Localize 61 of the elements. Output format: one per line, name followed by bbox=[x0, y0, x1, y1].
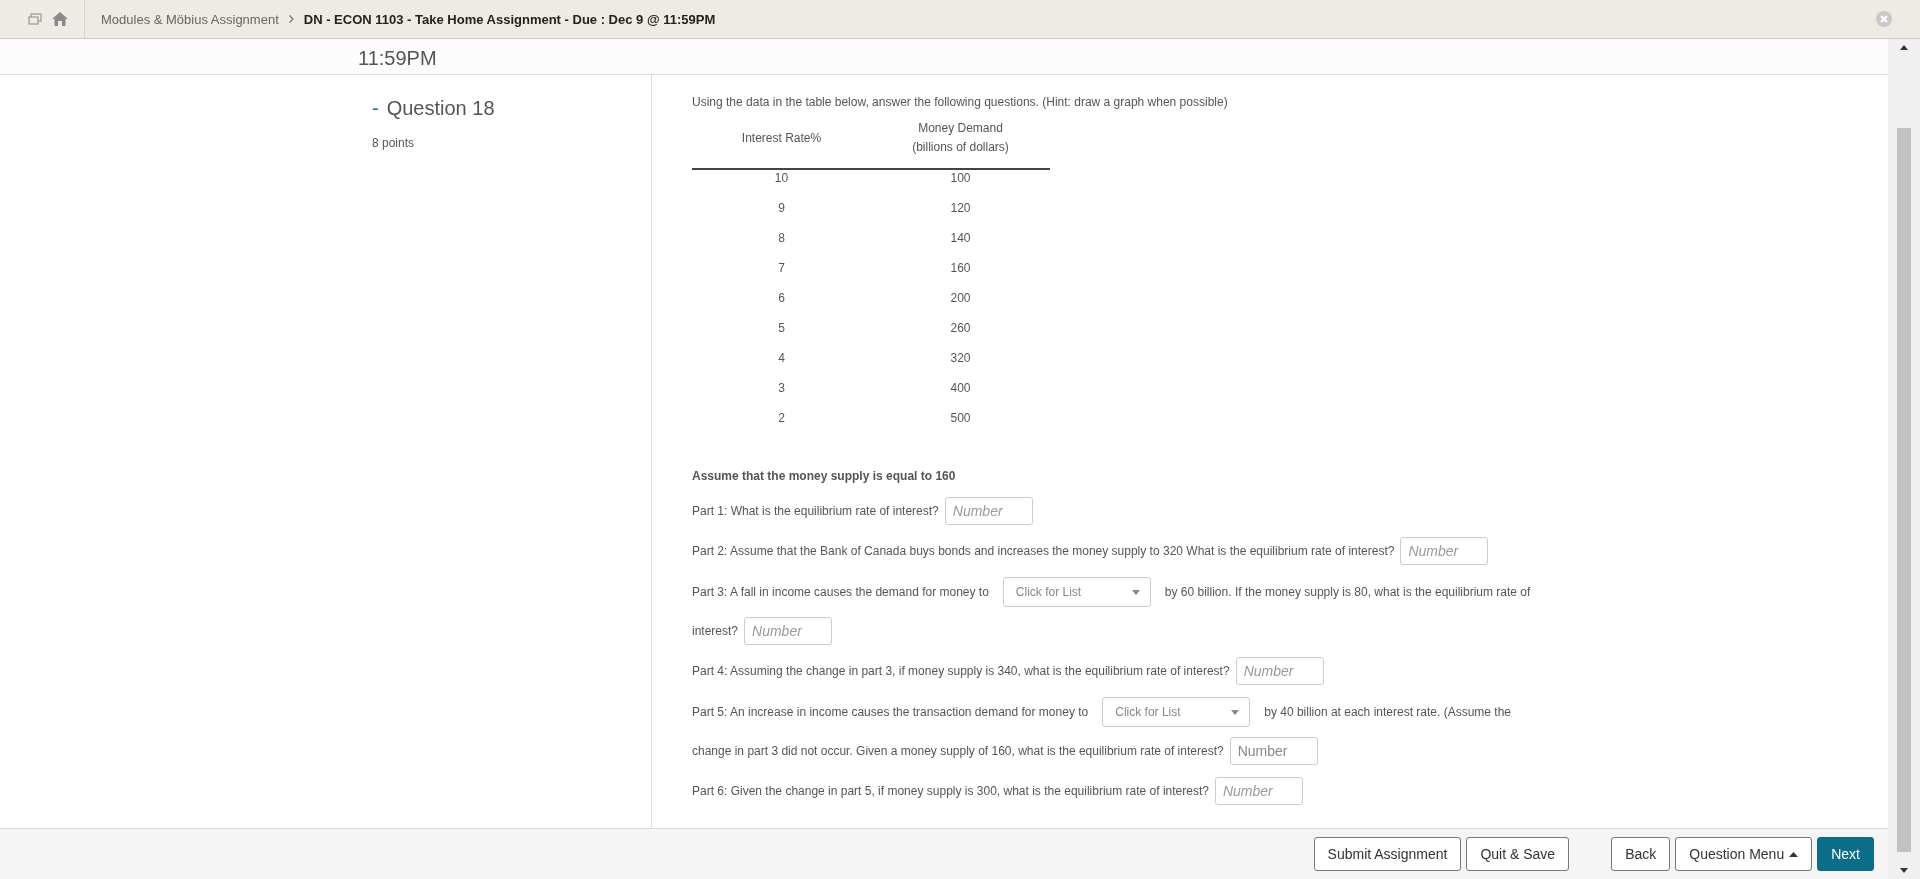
collapse-toggle[interactable]: - bbox=[372, 97, 379, 120]
assignment-title: 11:59PM bbox=[358, 46, 437, 71]
footer-button[interactable]: Quit & Save bbox=[1466, 837, 1570, 871]
table-cell-text: 2 bbox=[777, 410, 786, 427]
number-input[interactable]: Number bbox=[1214, 777, 1303, 805]
breadcrumb-link[interactable]: Modules & Möbius Assignment bbox=[101, 11, 279, 27]
number-input[interactable]: Number bbox=[1400, 537, 1489, 565]
table-cell-text: 260 bbox=[949, 320, 972, 337]
scroll-up-icon[interactable] bbox=[1900, 45, 1908, 50]
column-header: Interest Rate% bbox=[692, 117, 871, 169]
table-cell: 100 bbox=[871, 169, 1050, 193]
number-input[interactable]: Number bbox=[1229, 737, 1318, 765]
table-cell-text: 160 bbox=[949, 260, 972, 277]
table-cell-text: 120 bbox=[949, 200, 972, 217]
nav-button[interactable]: Back bbox=[1611, 837, 1671, 871]
question-text: Part 1: What is the equilibrium rate of interest? bbox=[692, 503, 939, 520]
table-cell-text: 6 bbox=[777, 290, 786, 307]
caret-icon bbox=[1231, 709, 1240, 715]
table-cell-text: 400 bbox=[949, 380, 972, 397]
dropdown[interactable]: Click for List bbox=[1102, 697, 1251, 727]
table-cell-text: 3 bbox=[777, 380, 786, 397]
nav-button[interactable]: Next bbox=[1817, 837, 1874, 871]
table-cell-text: 320 bbox=[949, 350, 972, 367]
number-input[interactable]: Number bbox=[1235, 657, 1324, 685]
question-text: Part 3: A fall in income causes the demand for money to bbox=[692, 584, 989, 601]
table-cell-text: 8 bbox=[777, 230, 786, 247]
window-icon[interactable] bbox=[28, 13, 42, 25]
chevron-icon bbox=[288, 15, 294, 23]
question-text: interest? bbox=[692, 623, 739, 640]
question-text: Part 6: Given the change in part 5, if money supply is 300, what is the equilibrium rate of interest? bbox=[692, 783, 1209, 800]
home-icon[interactable] bbox=[52, 12, 68, 26]
question-text: Part 4: Assuming the change in part 3, if money supply is 340, what is the equilibrium rate of interest? bbox=[692, 663, 1230, 680]
table-cell-text: 5 bbox=[777, 320, 786, 337]
question-title: Question 18 bbox=[386, 97, 495, 120]
table-cell-text: 500 bbox=[949, 410, 972, 427]
table-cell-text: 9 bbox=[777, 200, 786, 217]
caret-icon bbox=[1789, 851, 1799, 857]
table-cell-text: 200 bbox=[949, 290, 972, 307]
footer-button[interactable]: Submit Assignment bbox=[1313, 837, 1462, 871]
question-text: Part 5: An increase in income causes the transaction demand for money to bbox=[692, 704, 1089, 721]
caret-icon bbox=[1131, 589, 1140, 595]
close-icon[interactable] bbox=[1876, 11, 1892, 27]
scroll-down-icon[interactable] bbox=[1900, 868, 1908, 873]
number-input[interactable]: Number bbox=[944, 497, 1033, 525]
points-label: 8 points bbox=[372, 136, 416, 150]
number-input[interactable]: Number bbox=[744, 617, 833, 645]
scrollbar[interactable] bbox=[1888, 39, 1920, 879]
instructions-text: Using the data in the table below, answer the following questions. (Hint: draw a graph when possible) bbox=[692, 95, 1229, 109]
question-text: Part 2: Assume that the Bank of Canada buys bonds and increases the money supply to 320 What is the equilibrium rate of interest? bbox=[692, 543, 1395, 560]
table-cell-text: 140 bbox=[949, 230, 972, 247]
question-text: by 40 billion at each interest rate. (Assume the bbox=[1264, 704, 1511, 721]
table-cell-text: 4 bbox=[777, 350, 786, 367]
question-text: change in part 3 did not occur. Given a money supply of 160, what is the equilibrium rate of interest? bbox=[692, 743, 1224, 760]
question-text: by 60 billion. If the money supply is 80, what is the equilibrium rate of bbox=[1164, 584, 1531, 601]
table-cell: 10 bbox=[692, 169, 871, 193]
assumption-text: Assume that the money supply is equal to 160 bbox=[692, 469, 957, 483]
breadcrumb-link[interactable]: DN - ECON 1103 - Take Home Assignment - Due : Dec 9 @ 11:59PM bbox=[303, 11, 716, 27]
column-header: Money Demand (billions of dollars) bbox=[871, 117, 1050, 169]
table-cell-text: 7 bbox=[777, 260, 786, 277]
dropdown[interactable]: Click for List bbox=[1002, 577, 1151, 607]
nav-button[interactable]: Question Menu bbox=[1675, 837, 1813, 871]
